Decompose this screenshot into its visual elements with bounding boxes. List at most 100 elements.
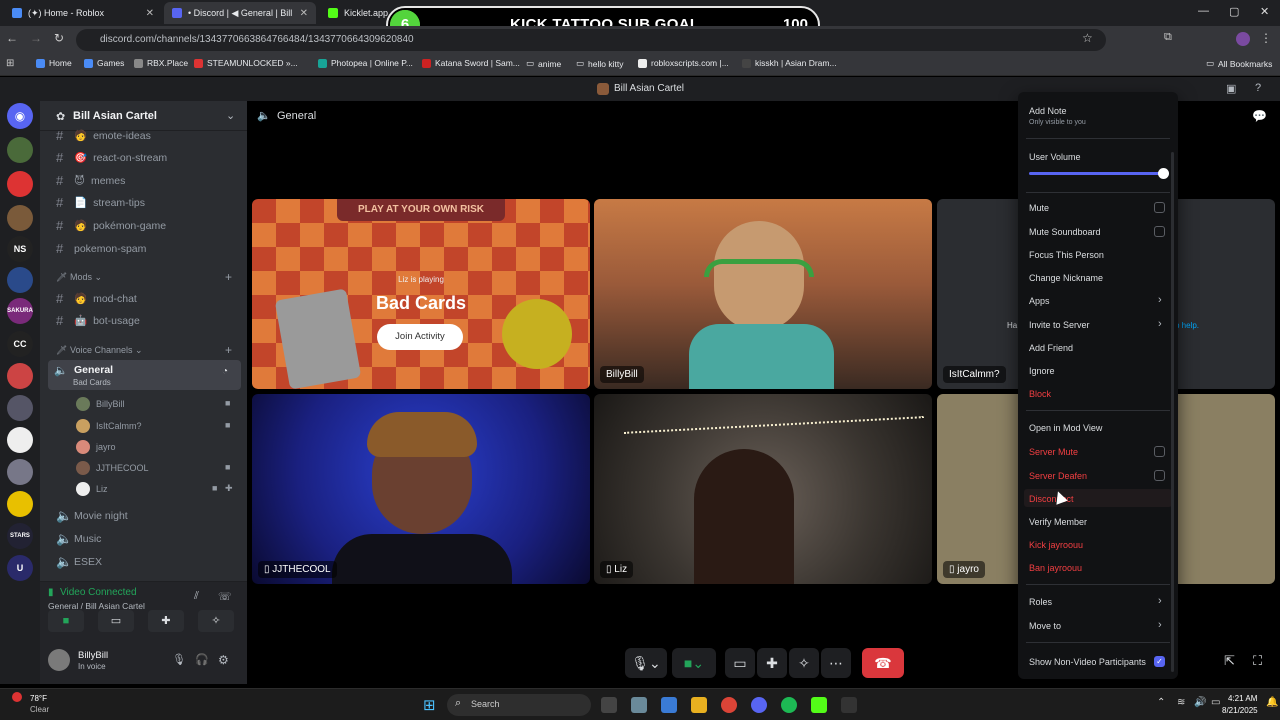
- bookmark-robloxscripts[interactable]: robloxscripts.com |...: [638, 58, 729, 68]
- channel-react-on-stream[interactable]: # 🎯 react-on-stream: [56, 150, 167, 165]
- server-icon[interactable]: STARS: [7, 523, 33, 549]
- voice-user-liz[interactable]: Liz: [76, 482, 108, 496]
- taskbar-search[interactable]: ⌕ Search: [447, 694, 591, 716]
- category-voice-channels[interactable]: 🗡 Voice Channels ⌄: [56, 345, 143, 356]
- more-options-button[interactable]: ⋯: [821, 648, 851, 678]
- tab-roblox[interactable]: (✦) Home - Roblox ✕: [4, 2, 162, 24]
- server-header[interactable]: ✿ Bill Asian Cartel ⌄: [40, 101, 247, 131]
- menu-apps[interactable]: Apps: [1029, 296, 1050, 306]
- menu-block[interactable]: Block: [1029, 389, 1051, 399]
- discord-icon[interactable]: [751, 697, 767, 713]
- channel-stream-tips[interactable]: # 📄 stream-tips: [56, 195, 145, 210]
- menu-server-mute[interactable]: Server Mute: [1029, 447, 1078, 457]
- inbox-icon[interactable]: ▣: [1226, 82, 1236, 95]
- channel-bot-usage[interactable]: # 🤖 bot-usage: [56, 313, 140, 328]
- show-non-video-checkbox[interactable]: ✓: [1154, 656, 1165, 667]
- server-icon[interactable]: [7, 491, 33, 517]
- menu-move-to[interactable]: Move to: [1029, 621, 1061, 631]
- server-deafen-checkbox[interactable]: [1154, 470, 1165, 481]
- notification-bell-icon[interactable]: 🔔: [1266, 697, 1278, 708]
- mute-soundboard-checkbox[interactable]: [1154, 226, 1165, 237]
- activity-button[interactable]: ✚: [148, 610, 184, 632]
- menu-kebab-icon[interactable]: ⋮: [1260, 31, 1272, 45]
- close-icon[interactable]: ✕: [146, 8, 154, 19]
- video-tile-liz[interactable]: ▯ Liz: [594, 394, 932, 584]
- clock-date[interactable]: 8/21/2025: [1222, 706, 1258, 715]
- task-view-icon[interactable]: [601, 697, 617, 713]
- fullscreen-icon[interactable]: ⛶: [1253, 653, 1262, 669]
- camera-button[interactable]: ■: [48, 610, 84, 632]
- close-window-icon[interactable]: ✕: [1260, 5, 1269, 18]
- server-icon[interactable]: SAKURA: [7, 298, 33, 324]
- popout-icon[interactable]: ⇱: [1224, 653, 1235, 669]
- camera-toggle-button[interactable]: ■⌄: [672, 648, 716, 678]
- bookmark-hello-kitty[interactable]: ▭ hello kitty: [576, 58, 623, 69]
- volume-icon[interactable]: 🔊: [1194, 697, 1206, 708]
- add-channel-icon[interactable]: +: [225, 343, 232, 357]
- chevron-down-icon[interactable]: ⌄: [226, 109, 235, 122]
- microphone-icon[interactable]: 🎙: [172, 653, 186, 666]
- bookmark-home[interactable]: Home: [36, 58, 72, 68]
- menu-invite-to-server[interactable]: Invite to Server: [1029, 320, 1090, 330]
- forward-icon[interactable]: →: [30, 31, 42, 45]
- menu-verify-member[interactable]: Verify Member: [1029, 517, 1087, 527]
- reload-icon[interactable]: ↻: [54, 31, 64, 45]
- volume-slider-thumb[interactable]: [1158, 168, 1169, 179]
- maximize-icon[interactable]: ▢: [1229, 5, 1239, 18]
- back-icon[interactable]: ←: [6, 31, 18, 45]
- spotify-icon[interactable]: [781, 697, 797, 713]
- mute-mic-button[interactable]: 🎙⌄: [625, 648, 667, 678]
- server-icon[interactable]: [7, 171, 33, 197]
- menu-open-mod-view[interactable]: Open in Mod View: [1029, 423, 1102, 433]
- noise-suppression-icon[interactable]: ⫽: [194, 590, 199, 603]
- app-icon[interactable]: [631, 697, 647, 713]
- menu-mute-soundboard[interactable]: Mute Soundboard: [1029, 227, 1101, 237]
- screen-share-button[interactable]: ▭: [725, 648, 755, 678]
- wifi-icon[interactable]: ≋: [1177, 697, 1185, 708]
- menu-scrollbar[interactable]: [1171, 152, 1174, 672]
- bookmark-rbxplace[interactable]: RBX.Place: [134, 58, 188, 68]
- server-icon[interactable]: [7, 267, 33, 293]
- weather-temp[interactable]: 78°F: [30, 694, 47, 703]
- add-channel-icon[interactable]: +: [225, 270, 232, 284]
- windows-start-icon[interactable]: ⊞: [423, 696, 436, 714]
- activity-button[interactable]: ✚: [757, 648, 787, 678]
- server-icon[interactable]: [7, 395, 33, 421]
- menu-server-deafen[interactable]: Server Deafen: [1029, 471, 1087, 481]
- channel-pokemon-game[interactable]: # 🧑 pokémon-game: [56, 218, 166, 233]
- bookmark-kisskh[interactable]: kisskh | Asian Dram...: [742, 58, 837, 68]
- kick-icon[interactable]: [811, 697, 827, 713]
- voice-user-isitcalmm[interactable]: IsItCalmm?: [76, 419, 142, 433]
- server-icon[interactable]: [7, 459, 33, 485]
- server-icon[interactable]: [7, 363, 33, 389]
- voice-user-jayro[interactable]: jayro: [76, 440, 116, 454]
- menu-add-note[interactable]: Add Note: [1029, 106, 1067, 116]
- disconnect-icon[interactable]: ☏: [218, 590, 232, 603]
- minimize-icon[interactable]: —: [1198, 5, 1209, 17]
- server-mute-checkbox[interactable]: [1154, 446, 1165, 457]
- mute-checkbox[interactable]: [1154, 202, 1165, 213]
- menu-roles[interactable]: Roles: [1029, 597, 1052, 607]
- volume-slider-track[interactable]: [1029, 172, 1163, 175]
- server-icon[interactable]: [7, 137, 33, 163]
- chrome-icon[interactable]: [721, 697, 737, 713]
- server-icon[interactable]: [7, 205, 33, 231]
- menu-ban[interactable]: Ban jayroouu: [1029, 563, 1082, 573]
- menu-mute[interactable]: Mute: [1029, 203, 1049, 213]
- tab-discord[interactable]: • Discord | ◀ General | Bill ✕: [164, 2, 316, 24]
- menu-focus-person[interactable]: Focus This Person: [1029, 250, 1104, 260]
- voice-channel-movie-night[interactable]: 🔈 Movie night: [56, 508, 128, 524]
- gear-icon[interactable]: ⚙: [218, 653, 229, 667]
- app-icon[interactable]: [661, 697, 677, 713]
- voice-channel-music[interactable]: 🔈 Music: [56, 531, 101, 547]
- tray-chevron-icon[interactable]: ⌃: [1157, 697, 1165, 708]
- file-explorer-icon[interactable]: [691, 697, 707, 713]
- close-icon[interactable]: ✕: [300, 8, 308, 19]
- video-tile-jjthecool[interactable]: ▯ JJTHECOOL: [252, 394, 590, 584]
- bookmark-steamunlocked[interactable]: STEAMUNLOCKED »...: [194, 58, 298, 68]
- server-icon[interactable]: [7, 427, 33, 453]
- voice-channel-general[interactable]: 🔈 General Bad Cards ◔: [48, 360, 241, 390]
- soundboard-button[interactable]: ✧: [789, 648, 819, 678]
- bookmark-anime[interactable]: ▭ anime: [526, 58, 561, 69]
- headphones-icon[interactable]: 🎧: [195, 653, 209, 666]
